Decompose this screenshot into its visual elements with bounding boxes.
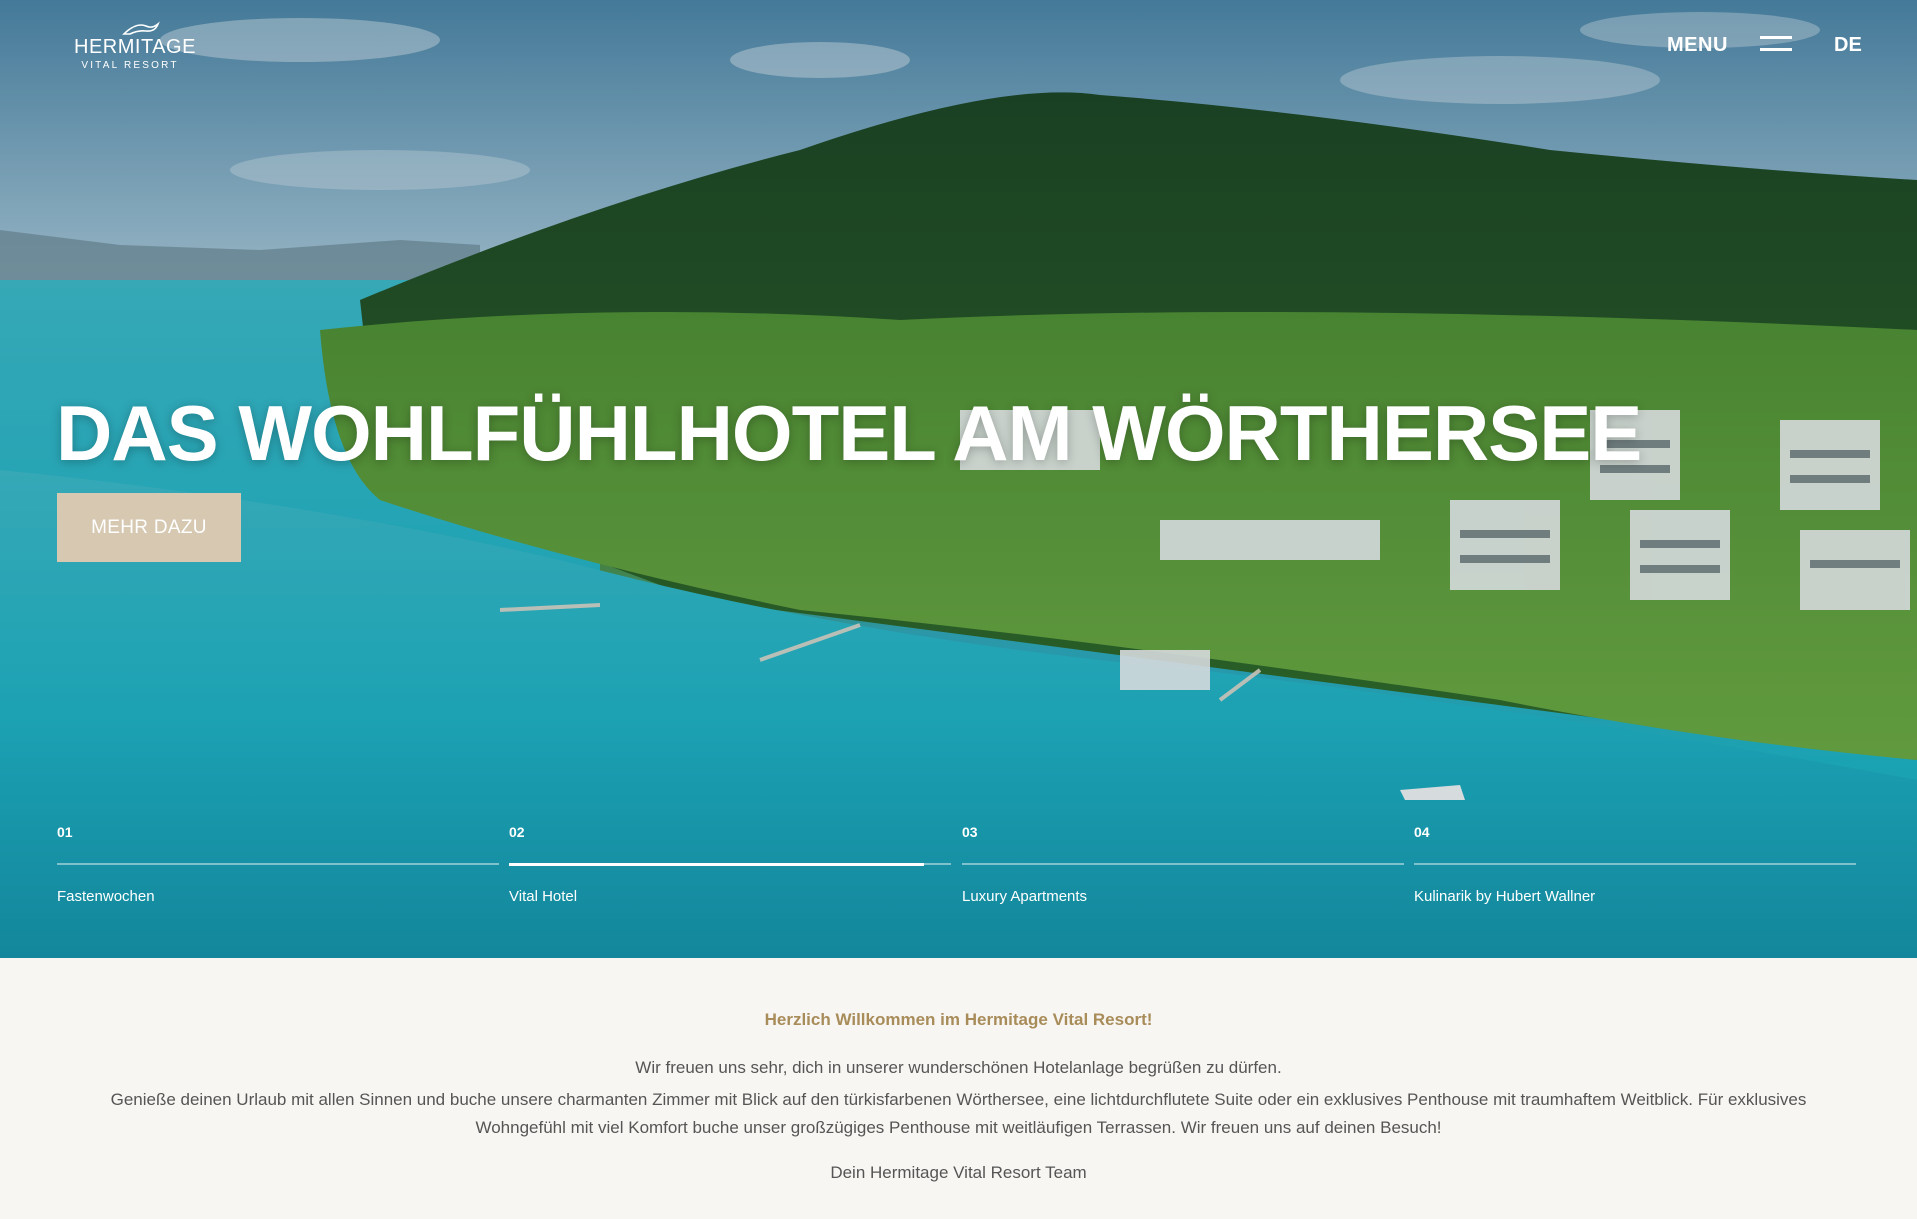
menu-link[interactable]: MENU	[1667, 34, 1728, 57]
slide-tab-3[interactable]: 03 Luxury Apartments	[962, 820, 1404, 920]
slide-title: Vital Hotel	[509, 888, 578, 905]
mehr-dazu-button[interactable]: MEHR DAZU	[57, 493, 241, 562]
hermitage-logo[interactable]: HERMITAGE VITAL RESORT	[74, 20, 196, 72]
slide-progress-track	[962, 863, 1404, 865]
slide-number: 01	[57, 824, 73, 840]
slide-title: Luxury Apartments	[962, 888, 1088, 905]
slide-progress-fill	[509, 862, 925, 866]
hero-slide-navigation: 01 Fastenwochen 02 Vital Hotel 03 Luxury…	[57, 820, 1858, 920]
hero-lake-photo	[0, 0, 1917, 958]
wave-logo-icon	[122, 21, 160, 35]
logo-name: HERMITAGE	[74, 36, 196, 58]
welcome-paragraph-1: Wir freuen uns sehr, dich in unserer wun…	[635, 1058, 1282, 1077]
slide-title: Fastenwochen	[57, 888, 155, 905]
slide-progress-track	[509, 862, 951, 866]
slide-progress-track	[57, 863, 499, 865]
slide-tab-1[interactable]: 01 Fastenwochen	[57, 820, 499, 920]
slide-number: 03	[962, 824, 978, 840]
slide-tab-2[interactable]: 02 Vital Hotel	[509, 820, 951, 920]
logo-subtitle: VITAL RESORT	[81, 60, 179, 71]
welcome-paragraph-2: Genieße deinen Urlaub mit allen Sinnen u…	[110, 1090, 1807, 1137]
hero-section: HERMITAGE VITAL RESORT MENU DE DAS WOHLF…	[0, 0, 1917, 958]
slide-number: 02	[509, 824, 525, 840]
hamburger-menu-icon[interactable]	[1760, 34, 1792, 54]
hero-headline: DAS WOHLFÜHLHOTEL AM WÖRTHERSEE	[56, 389, 1642, 477]
slide-tab-4[interactable]: 04 Kulinarik by Hubert Wallner	[1414, 820, 1856, 920]
welcome-section: Herzlich Willkommen im Hermitage Vital R…	[0, 958, 1917, 1219]
welcome-heading: Herzlich Willkommen im Hermitage Vital R…	[764, 1010, 1153, 1029]
language-switch[interactable]: DE	[1834, 34, 1862, 57]
welcome-signature: Dein Hermitage Vital Resort Team	[830, 1163, 1087, 1182]
slide-title: Kulinarik by Hubert Wallner	[1414, 888, 1596, 905]
slide-number: 04	[1414, 824, 1430, 840]
slide-progress-track	[1414, 863, 1856, 865]
